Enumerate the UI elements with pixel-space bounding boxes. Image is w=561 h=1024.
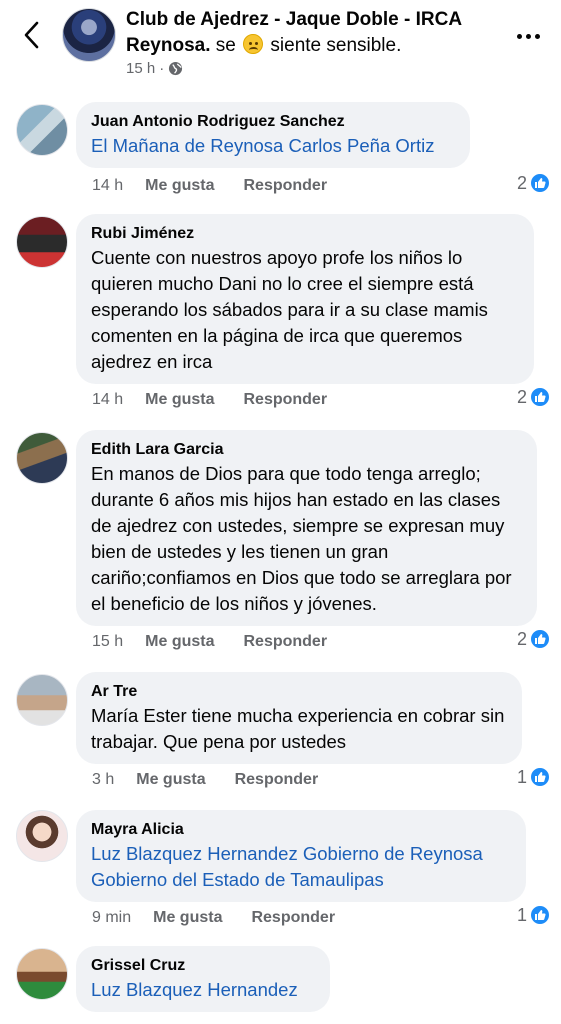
feeling-text: siente sensible. (270, 35, 402, 56)
comment-time[interactable]: 14 h (92, 177, 123, 195)
comment-author[interactable]: Grissel Cruz (91, 955, 315, 977)
dot-icon (534, 33, 540, 39)
reply-button[interactable]: Responder (243, 177, 327, 195)
avatar[interactable] (16, 216, 68, 268)
comment-text[interactable]: El Mañana de Reynosa Carlos Peña Ortiz (91, 133, 455, 159)
reply-button[interactable]: Responder (243, 633, 327, 651)
thumbs-up-icon (529, 628, 551, 650)
like-button[interactable]: Me gusta (136, 771, 205, 789)
like-count: 1 (516, 904, 527, 925)
page-avatar[interactable] (62, 8, 116, 62)
sad-face-icon (243, 34, 264, 54)
comment-actions: 15 h Me gusta Responder (92, 633, 356, 651)
comment-bubble: Edith Lara Garcia En manos de Dios para … (76, 430, 537, 626)
avatar[interactable] (16, 948, 68, 1000)
avatar[interactable] (16, 432, 68, 484)
dot-icon (525, 33, 531, 39)
like-count: 2 (516, 172, 527, 193)
thumbs-up-icon (529, 766, 551, 788)
reaction-count[interactable]: 2 (517, 172, 551, 194)
comment-text: María Ester tiene mucha experiencia en c… (91, 705, 505, 752)
like-button[interactable]: Me gusta (145, 177, 214, 195)
comment-bubble: Juan Antonio Rodriguez Sanchez El Mañana… (76, 102, 470, 168)
page-name-cont[interactable]: Reynosa. (126, 35, 210, 56)
comment-bubble: Mayra Alicia Luz Blazquez Hernandez Gobi… (76, 810, 526, 902)
reaction-count[interactable]: 2 (517, 628, 551, 650)
comment-time[interactable]: 14 h (92, 391, 123, 409)
comment-text[interactable]: Luz Blazquez Hernandez Gobierno de Reyno… (91, 841, 511, 893)
comment-actions: 14 h Me gusta Responder (92, 391, 356, 409)
more-options-button[interactable] (513, 26, 543, 46)
like-button[interactable]: Me gusta (145, 633, 214, 651)
post-meta: 15 h · (126, 60, 183, 77)
comment-text: Cuente con nuestros apoyo profe los niño… (91, 247, 488, 372)
avatar[interactable] (16, 674, 68, 726)
reaction-count[interactable]: 1 (517, 766, 551, 788)
reply-button[interactable]: Responder (235, 771, 319, 789)
comment-bubble: Rubi Jiménez Cuente con nuestros apoyo p… (76, 214, 534, 384)
comment-time[interactable]: 9 min (92, 909, 131, 927)
comment-time[interactable]: 3 h (92, 771, 114, 789)
post-header: Club de Ajedrez - Jaque Doble - IRCA Rey… (0, 0, 561, 92)
comment-author[interactable]: Rubi Jiménez (91, 223, 519, 245)
like-button[interactable]: Me gusta (145, 391, 214, 409)
post-title: Club de Ajedrez - Jaque Doble - IRCA Rey… (126, 7, 496, 59)
like-count: 1 (516, 766, 527, 787)
comment-author[interactable]: Mayra Alicia (91, 819, 511, 841)
comment-actions: 9 min Me gusta Responder (92, 909, 364, 927)
post-time[interactable]: 15 h (126, 60, 155, 77)
like-count: 2 (516, 628, 527, 649)
comment-author[interactable]: Juan Antonio Rodriguez Sanchez (91, 111, 455, 133)
thumbs-up-icon (529, 172, 551, 194)
comment-bubble: Grissel Cruz Luz Blazquez Hernandez (76, 946, 330, 1012)
chevron-left-icon (24, 21, 39, 49)
avatar[interactable] (16, 810, 68, 862)
avatar[interactable] (16, 104, 68, 156)
globe-icon (169, 61, 183, 76)
comment-bubble: Ar Tre María Ester tiene mucha experienc… (76, 672, 522, 764)
like-count: 2 (516, 386, 527, 407)
reaction-count[interactable]: 2 (517, 386, 551, 408)
comment-author[interactable]: Edith Lara Garcia (91, 439, 522, 461)
feeling-prefix: se (215, 35, 236, 56)
reply-button[interactable]: Responder (251, 909, 335, 927)
comment-text: En manos de Dios para que todo tenga arr… (91, 463, 512, 614)
back-button[interactable] (16, 20, 46, 50)
thumbs-up-icon (529, 904, 551, 926)
comment-actions: 14 h Me gusta Responder (92, 177, 356, 195)
comment-time[interactable]: 15 h (92, 633, 123, 651)
comment-author[interactable]: Ar Tre (91, 681, 507, 703)
dot-icon (516, 33, 522, 39)
reaction-count[interactable]: 1 (517, 904, 551, 926)
reply-button[interactable]: Responder (243, 391, 327, 409)
like-button[interactable]: Me gusta (153, 909, 222, 927)
thumbs-up-icon (529, 386, 551, 408)
comment-text[interactable]: Luz Blazquez Hernandez (91, 977, 315, 1003)
comment-actions: 3 h Me gusta Responder (92, 771, 347, 789)
page-name[interactable]: Club de Ajedrez - Jaque Doble - IRCA (126, 9, 462, 30)
